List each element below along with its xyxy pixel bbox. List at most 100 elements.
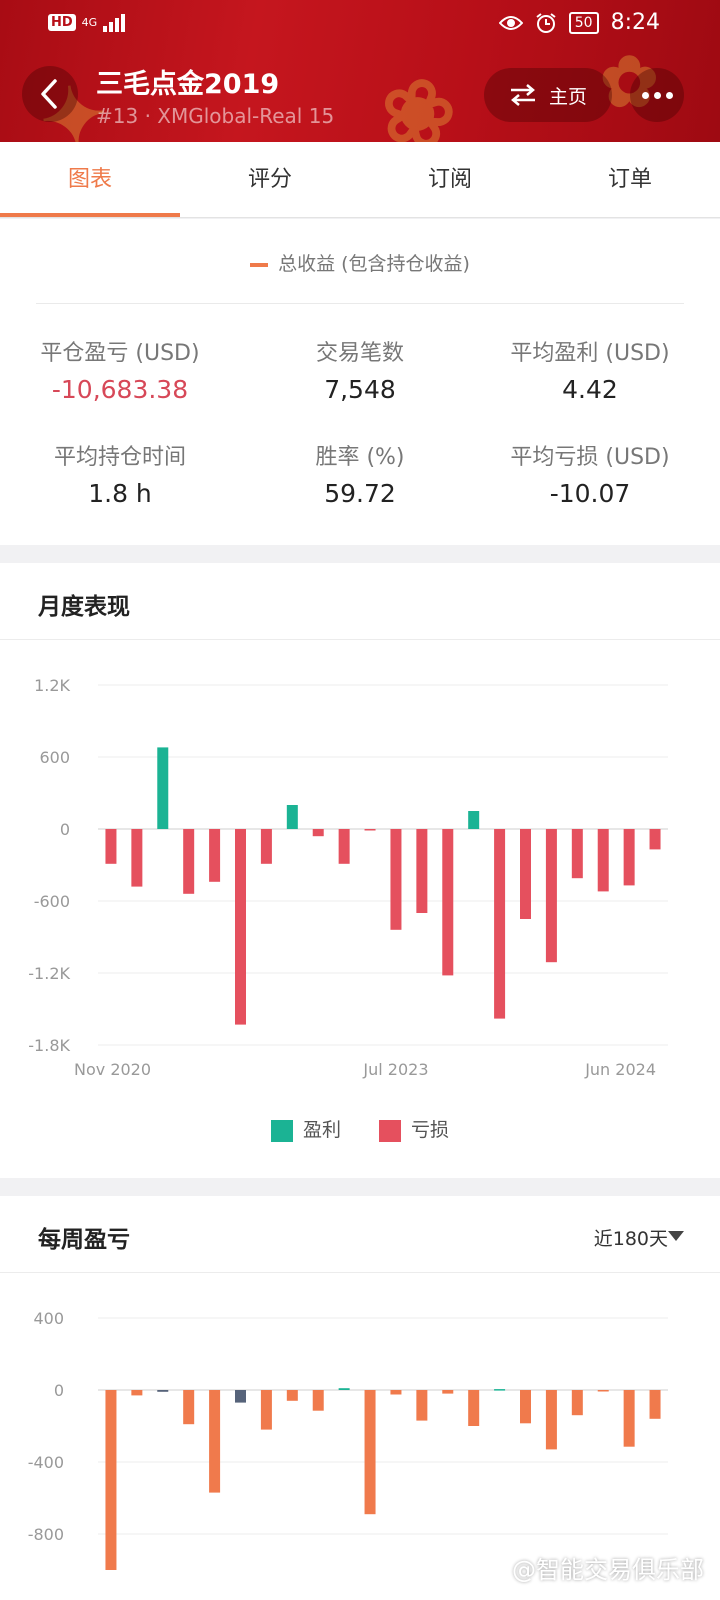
bar xyxy=(260,829,272,864)
legend-item-profit[interactable]: 盈利 xyxy=(270,1115,341,1142)
more-dot-icon xyxy=(653,91,661,99)
y-tick-label: 1.2K xyxy=(34,676,70,695)
stat-avg-profit: 平均盈利 (USD) 4.42 xyxy=(470,335,710,404)
legend-line-icon xyxy=(250,262,269,267)
bar xyxy=(468,811,480,829)
section-title: 月度表现 xyxy=(38,594,130,620)
bar xyxy=(131,1390,143,1396)
tab-rating[interactable]: 评分 xyxy=(180,142,360,217)
bar xyxy=(649,1390,661,1419)
bar xyxy=(468,1390,480,1426)
tab-subscribe[interactable]: 订阅 xyxy=(360,142,540,217)
hd-icon: HD xyxy=(48,13,76,31)
legend-label: 亏损 xyxy=(411,1119,450,1141)
stat-value: -10,683.38 xyxy=(51,375,189,404)
y-tick-label: -600 xyxy=(34,892,70,911)
stat-label: 交易笔数 xyxy=(315,341,404,366)
monthly-bar-chart[interactable]: 1.2K 600 0 -600 -1.2K -1.8KNov 2020 Jul 2023 Ju… xyxy=(0,653,720,1103)
bar xyxy=(338,829,350,864)
bar xyxy=(286,805,298,829)
home-label: 主页 xyxy=(548,85,587,108)
y-tick-label: -1.2K xyxy=(28,964,70,983)
stat-avg-loss: 平均亏损 (USD) -10.07 xyxy=(470,439,710,508)
stat-label: 平均盈利 (USD) xyxy=(510,341,670,366)
bar xyxy=(312,1390,324,1411)
range-selector[interactable]: 近180天 xyxy=(594,1224,668,1251)
chevron-left-icon xyxy=(41,79,57,109)
watermark: @智能交易俱乐部 xyxy=(512,1556,704,1584)
bar xyxy=(623,1390,635,1447)
stat-value: 7,548 xyxy=(324,375,396,404)
y-tick-label: 0 xyxy=(60,820,70,839)
battery-icon: 50 xyxy=(568,11,599,34)
y-tick-label: 0 xyxy=(54,1381,64,1400)
section-title: 每周盈亏 xyxy=(38,1227,130,1253)
account-subtitle: #13 · XMGlobal-Real 15 xyxy=(96,104,335,128)
bar xyxy=(520,829,531,919)
stat-label: 平均亏损 (USD) xyxy=(510,445,670,470)
tab-orders[interactable]: 订单 xyxy=(540,142,720,217)
caret-down-icon[interactable] xyxy=(668,1231,684,1241)
bar xyxy=(597,1390,609,1392)
bar xyxy=(131,829,143,887)
bar xyxy=(623,829,635,886)
legend-item-loss[interactable]: 亏损 xyxy=(379,1115,449,1142)
more-button[interactable] xyxy=(630,68,684,122)
bar xyxy=(183,829,195,894)
bar xyxy=(157,747,169,829)
bar xyxy=(520,1390,531,1424)
bar xyxy=(545,1390,557,1450)
monthly-legend: 盈利 亏损 xyxy=(0,1115,720,1142)
home-button[interactable]: 主页 xyxy=(484,68,612,122)
bar xyxy=(209,829,221,882)
y-tick-label: 600 xyxy=(39,748,70,767)
y-tick-label: 400 xyxy=(33,1309,64,1328)
bar xyxy=(183,1390,195,1425)
bar xyxy=(442,1390,454,1394)
x-tick-label: Jul 2023 xyxy=(362,1060,428,1079)
y-tick-label: -800 xyxy=(28,1525,64,1544)
bar xyxy=(649,829,661,850)
network-label: 4G xyxy=(81,15,98,29)
bar xyxy=(494,1389,506,1391)
stat-closed-pnl: 平仓盈亏 (USD) -10,683.38 xyxy=(0,335,240,404)
clock: 8:24 xyxy=(610,10,660,35)
y-tick-label: -1.8K xyxy=(28,1036,70,1055)
page-title: 三毛点金2019 xyxy=(96,69,280,100)
back-button[interactable] xyxy=(22,66,78,122)
bar xyxy=(260,1390,272,1430)
tab-bar: 图表 评分 订阅 订单 xyxy=(0,142,720,218)
bar xyxy=(442,829,454,976)
bar xyxy=(235,829,246,1025)
bar xyxy=(157,1390,169,1392)
stat-value: 59.72 xyxy=(324,479,396,508)
stat-win-rate: 胜率 (%) 59.72 xyxy=(240,439,480,508)
stat-label: 平均持仓时间 xyxy=(53,445,186,470)
bar xyxy=(390,1390,402,1395)
bar xyxy=(338,1388,350,1390)
stat-label: 平仓盈亏 (USD) xyxy=(40,341,200,366)
total-return-legend[interactable]: 总收益 (包含持仓收益) xyxy=(0,249,720,276)
bar xyxy=(597,829,609,892)
monthly-performance-card: 月度表现 1.2K 600 0 -600 -1.2K -1.8K Nov 2020 Jul 2… xyxy=(0,563,720,1178)
bar xyxy=(235,1390,246,1403)
stat-trade-count: 交易笔数 7,548 xyxy=(240,335,480,404)
x-tick-label: Jun 2024 xyxy=(584,1060,656,1079)
swap-icon xyxy=(510,84,535,106)
alarm-icon xyxy=(536,12,556,33)
legend-swatch xyxy=(270,1119,293,1142)
legend-label: 盈利 xyxy=(302,1119,341,1141)
status-bar: HD 4G 50 8:24 xyxy=(0,0,720,48)
tab-chart[interactable]: 图表 xyxy=(0,142,180,217)
bar xyxy=(364,829,376,831)
stat-value: 1.8 h xyxy=(88,479,152,508)
bar xyxy=(105,1390,117,1570)
stat-value: 4.42 xyxy=(562,375,618,404)
stat-value: -10.07 xyxy=(549,479,631,508)
signal-icon xyxy=(103,12,126,32)
legend-swatch xyxy=(379,1119,401,1142)
bar xyxy=(312,829,324,837)
more-dot-icon xyxy=(641,91,649,99)
divider xyxy=(36,303,684,304)
more-dot-icon xyxy=(665,91,673,99)
